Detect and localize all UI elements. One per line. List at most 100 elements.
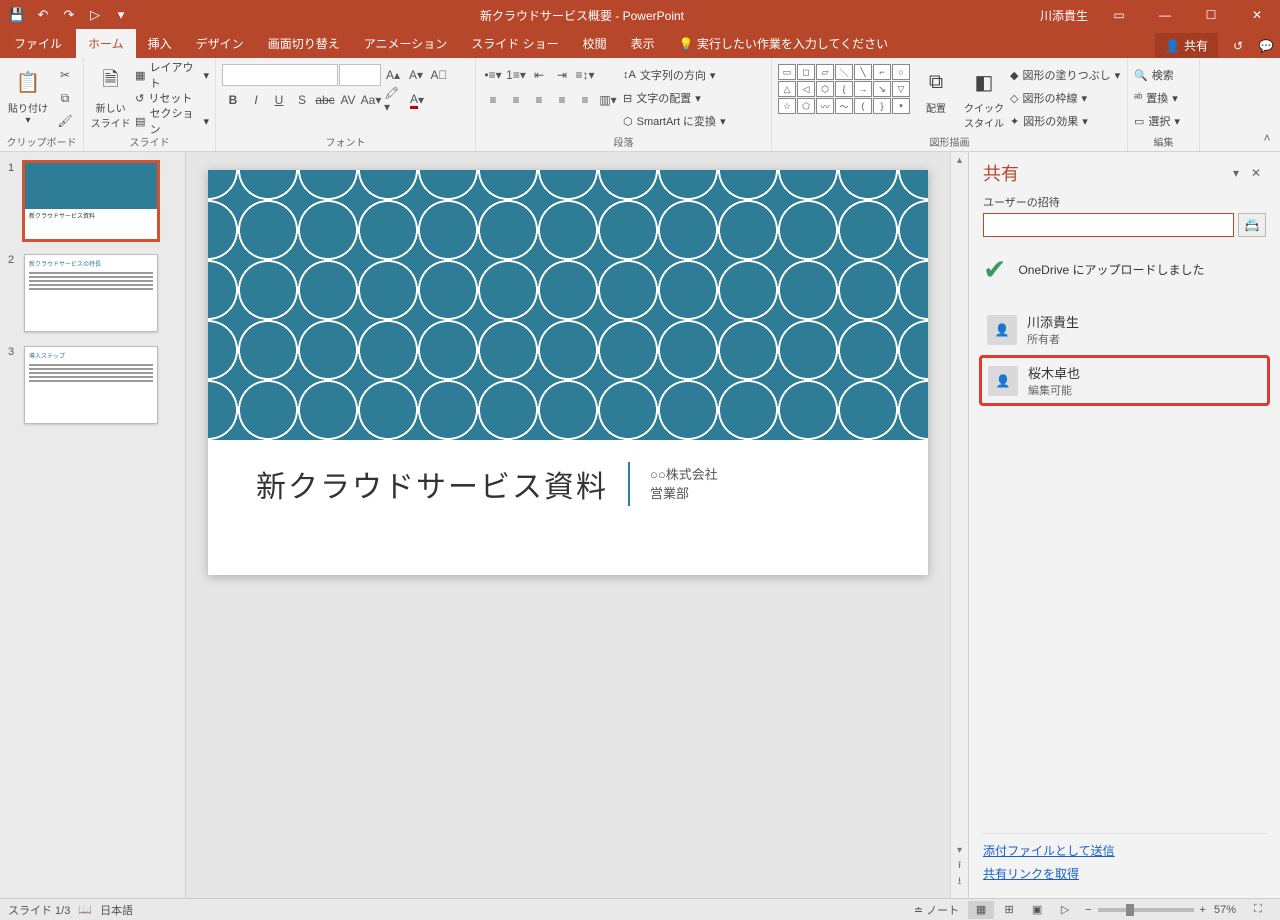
bullets-icon[interactable]: •≡▾	[482, 64, 504, 86]
thumbnail-slide-3[interactable]: 導入ステップ	[24, 346, 158, 424]
sorter-view-icon[interactable]: ⊞	[996, 901, 1022, 919]
tab-file[interactable]: ファイル	[0, 29, 76, 58]
slide-title[interactable]: 新クラウドサービス資料	[256, 462, 608, 506]
zoom-percent[interactable]: 57%	[1214, 904, 1236, 916]
tab-design[interactable]: デザイン	[184, 29, 256, 58]
reading-view-icon[interactable]: ▣	[1024, 901, 1050, 919]
pane-menu-icon[interactable]: ▾	[1226, 163, 1246, 183]
shape-outline-button[interactable]: ◇ 図形の枠線 ▾	[1010, 87, 1120, 109]
close-icon[interactable]: ✕	[1234, 0, 1280, 30]
share-person-editor[interactable]: 👤 桜木卓也 編集可能	[979, 355, 1270, 406]
tab-view[interactable]: 表示	[619, 29, 667, 58]
distribute-icon[interactable]: ≡	[574, 89, 596, 111]
layout-button[interactable]: ▦ レイアウト ▾	[135, 64, 209, 86]
scroll-down-icon[interactable]: ▾	[951, 842, 968, 858]
normal-view-icon[interactable]: ▦	[968, 901, 994, 919]
outdent-icon[interactable]: ⇤	[528, 64, 550, 86]
slide[interactable]: 新クラウドサービス資料 ○○株式会社 営業部	[208, 170, 928, 575]
columns-icon[interactable]: ▥▾	[597, 89, 619, 111]
undo-icon[interactable]: ↶	[32, 4, 54, 26]
strike-button[interactable]: abc	[314, 89, 336, 111]
bold-button[interactable]: B	[222, 89, 244, 111]
tell-me[interactable]: 💡 実行したい作業を入力してください	[667, 29, 901, 58]
qat-more-icon[interactable]: ▾	[110, 4, 132, 26]
cut-icon[interactable]: ✂	[54, 64, 76, 86]
tab-animations[interactable]: アニメーション	[352, 29, 460, 58]
align-left-icon[interactable]: ≡	[482, 89, 504, 111]
find-button[interactable]: 🔍 検索	[1134, 64, 1180, 86]
font-size-select[interactable]	[339, 64, 381, 86]
tab-insert[interactable]: 挿入	[136, 29, 184, 58]
share-button[interactable]: 👤 共有	[1155, 33, 1218, 58]
clear-format-icon[interactable]: A⃠	[428, 64, 450, 86]
save-icon[interactable]: 💾	[6, 4, 28, 26]
new-slide-button[interactable]: 🗎 新しい スライド	[90, 64, 131, 130]
notes-button[interactable]: ≐ ノート	[914, 902, 959, 918]
redo-icon[interactable]: ↷	[58, 4, 80, 26]
slide-canvas[interactable]: 新クラウドサービス資料 ○○株式会社 営業部	[186, 152, 950, 898]
section-button[interactable]: ▤ セクション ▾	[135, 110, 209, 132]
align-right-icon[interactable]: ≡	[528, 89, 550, 111]
line-spacing-icon[interactable]: ≡↕▾	[574, 64, 596, 86]
status-language[interactable]: 日本語	[100, 902, 133, 918]
text-direction-button[interactable]: ↕A 文字列の方向 ▾	[623, 64, 726, 86]
vertical-scrollbar[interactable]: ▴ ▾ ⭱ ⭳	[950, 152, 968, 898]
zoom-slider[interactable]	[1098, 908, 1194, 912]
justify-icon[interactable]: ≡	[551, 89, 573, 111]
history-icon[interactable]: ↺	[1224, 34, 1252, 58]
quick-styles-button[interactable]: ◧ クイック スタイル	[962, 64, 1006, 130]
highlight-icon[interactable]: 🖍▾	[383, 89, 405, 111]
comments-icon[interactable]: 💬	[1252, 34, 1280, 58]
select-button[interactable]: ▭ 選択 ▾	[1134, 110, 1180, 132]
tab-review[interactable]: 校閲	[571, 29, 619, 58]
minimize-icon[interactable]: —	[1142, 0, 1188, 30]
address-book-icon[interactable]: 📇	[1238, 213, 1266, 237]
format-painter-icon[interactable]: 🖌	[54, 110, 76, 132]
account-name[interactable]: 川添貴生	[1032, 7, 1096, 24]
ribbon-options-icon[interactable]: ▭	[1096, 0, 1142, 30]
tab-home[interactable]: ホーム	[76, 29, 136, 58]
pane-close-icon[interactable]: ✕	[1246, 163, 1266, 183]
status-slide[interactable]: スライド 1/3	[8, 902, 70, 918]
italic-button[interactable]: I	[245, 89, 267, 111]
send-as-attachment-link[interactable]: 添付ファイルとして送信	[983, 842, 1266, 859]
slide-thumbnails[interactable]: 1 新クラウドサービス資料 2 新クラウドサービスの特長 3 導入ステップ	[0, 152, 186, 898]
slide-subtitle[interactable]: ○○株式会社 営業部	[650, 465, 718, 504]
replace-button[interactable]: ᵃᵇ 置換 ▾	[1134, 87, 1180, 109]
underline-button[interactable]: U	[268, 89, 290, 111]
align-center-icon[interactable]: ≡	[505, 89, 527, 111]
numbering-icon[interactable]: 1≡▾	[505, 64, 527, 86]
shrink-font-icon[interactable]: A▾	[405, 64, 427, 86]
shapes-gallery[interactable]: ▭◻▱＼╲⌐○ △◁⬡{→↘▽ ☆⬠〰〜(}▾	[778, 64, 910, 114]
shadow-button[interactable]: S	[291, 89, 313, 111]
change-case-icon[interactable]: Aa▾	[360, 89, 382, 111]
smartart-button[interactable]: ⬡ SmartArt に変換 ▾	[623, 110, 726, 132]
next-slide-icon[interactable]: ⭳	[951, 874, 968, 890]
share-person-owner[interactable]: 👤 川添貴生 所有者	[983, 306, 1266, 353]
grow-font-icon[interactable]: A▴	[382, 64, 404, 86]
indent-icon[interactable]: ⇥	[551, 64, 573, 86]
align-text-button[interactable]: ⊟ 文字の配置 ▾	[623, 87, 726, 109]
font-family-select[interactable]	[222, 64, 338, 86]
spellcheck-icon[interactable]: 📖	[78, 903, 92, 916]
paste-button[interactable]: 📋 貼り付け▾	[6, 64, 50, 126]
prev-slide-icon[interactable]: ⭱	[951, 858, 968, 874]
get-sharing-link[interactable]: 共有リンクを取得	[983, 865, 1266, 882]
slideshow-view-icon[interactable]: ▷	[1052, 901, 1078, 919]
start-slideshow-icon[interactable]: ▷	[84, 4, 106, 26]
fit-to-window-icon[interactable]: ⛶	[1245, 901, 1271, 919]
collapse-ribbon-icon[interactable]: ˄	[1258, 129, 1276, 147]
maximize-icon[interactable]: ☐	[1188, 0, 1234, 30]
shape-effects-button[interactable]: ✦ 図形の効果 ▾	[1010, 110, 1120, 132]
scroll-up-icon[interactable]: ▴	[951, 152, 968, 168]
invite-input[interactable]	[983, 213, 1234, 237]
thumbnail-slide-1[interactable]: 新クラウドサービス資料	[24, 162, 158, 240]
arrange-button[interactable]: ⧉ 配置	[914, 64, 958, 115]
tab-slideshow[interactable]: スライド ショー	[459, 29, 570, 58]
tab-transitions[interactable]: 画面切り替え	[256, 29, 352, 58]
shape-fill-button[interactable]: ◆ 図形の塗りつぶし ▾	[1010, 64, 1120, 86]
font-color-icon[interactable]: A▾	[406, 89, 428, 111]
char-spacing-icon[interactable]: AV	[337, 89, 359, 111]
thumbnail-slide-2[interactable]: 新クラウドサービスの特長	[24, 254, 158, 332]
copy-icon[interactable]: ⧉	[54, 87, 76, 109]
